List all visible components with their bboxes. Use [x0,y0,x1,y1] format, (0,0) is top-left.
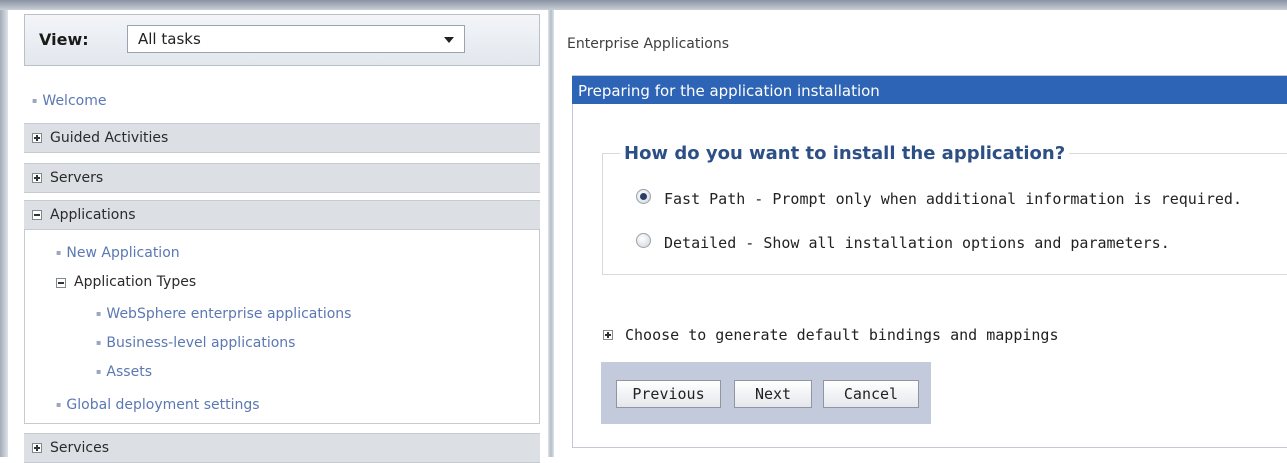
expand-icon[interactable] [32,443,42,453]
section-label: Guided Activities [50,130,169,146]
radio-detailed[interactable] [636,233,651,248]
install-method-group [602,153,1287,275]
section-label: Applications [50,207,136,223]
expand-icon[interactable] [603,330,613,340]
radio-fast-path-label[interactable]: Fast Path - Prompt only when additional … [664,190,1242,208]
top-shading [0,0,1287,10]
nav-link-welcome[interactable]: Welcome [32,93,106,109]
nav-link-business-level-applications[interactable]: Business-level applications [96,335,295,351]
nav-link-new-application[interactable]: New Application [56,245,179,261]
view-filter: View: All tasks [24,14,540,66]
nav-link-assets[interactable]: Assets [96,364,152,380]
panel-title: Preparing for the application installati… [572,76,1287,104]
view-select-value: All tasks [138,30,201,48]
nav-group-application-types[interactable]: Application Types [74,274,196,290]
expand-icon[interactable] [32,133,42,143]
install-method-question: How do you want to install the applicati… [620,143,1070,164]
expand-icon[interactable] [32,173,42,183]
cancel-button[interactable]: Cancel [823,380,919,408]
previous-button[interactable]: Previous [616,380,721,408]
nav-link-global-deployment-settings[interactable]: Global deployment settings [56,397,259,413]
breadcrumb: Enterprise Applications [567,36,729,52]
radio-fast-path[interactable] [636,189,651,204]
radio-detailed-label[interactable]: Detailed - Show all installation options… [664,234,1170,252]
nav-section-services[interactable]: Services [24,433,540,463]
pane-splitter[interactable] [548,10,554,457]
section-label: Servers [50,170,104,186]
collapse-icon[interactable] [56,278,66,288]
view-select[interactable]: All tasks [127,25,465,53]
next-button[interactable]: Next [734,380,812,408]
nav-section-applications[interactable]: Applications [24,200,540,230]
collapse-icon[interactable] [32,210,42,220]
nav-section-servers[interactable]: Servers [24,163,540,193]
section-label: Services [50,440,110,456]
nav-link-websphere-enterprise-applications[interactable]: WebSphere enterprise applications [96,306,351,322]
chevron-down-icon [444,37,454,43]
bindings-expand-label[interactable]: Choose to generate default bindings and … [625,326,1058,344]
nav-section-guided-activities[interactable]: Guided Activities [24,123,540,153]
view-label: View: [39,30,89,49]
left-edge [0,10,8,457]
button-bar: Previous Next Cancel [601,362,931,424]
